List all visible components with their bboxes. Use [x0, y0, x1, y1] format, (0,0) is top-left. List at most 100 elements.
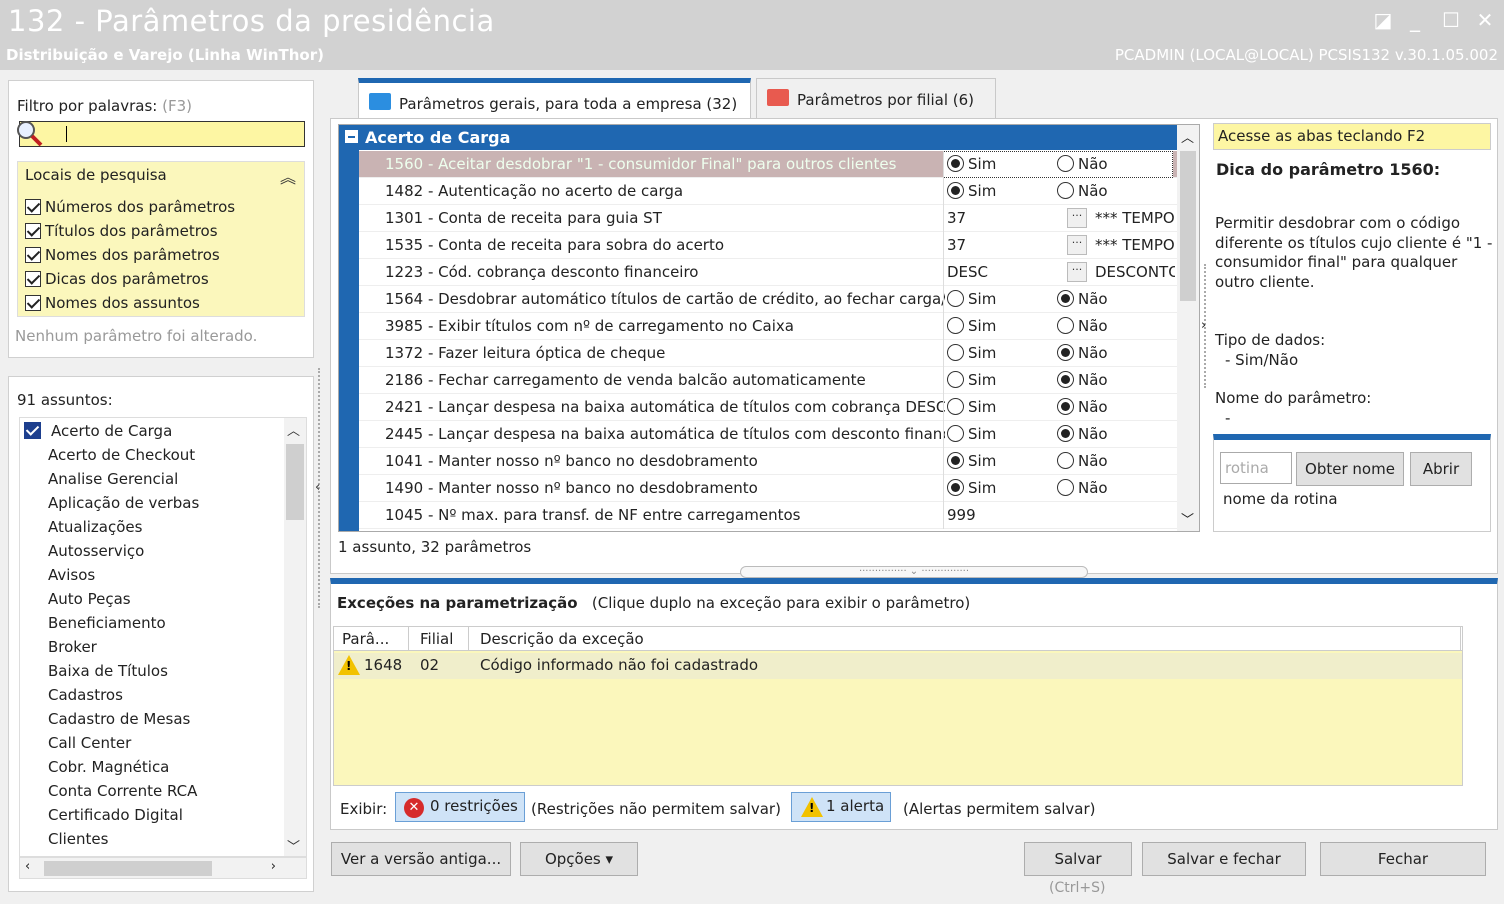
table-row[interactable]: 1045 - Nº max. para transf. de NF entre … — [359, 502, 1177, 529]
save-close-button[interactable]: Salvar e fechar — [1142, 842, 1306, 876]
parameter-value[interactable]: 37 — [947, 209, 966, 227]
radio-sim[interactable]: Sim — [947, 425, 996, 443]
subjects-scrollbar[interactable]: ︿ ﹀ — [284, 418, 306, 856]
list-item[interactable]: Acerto de Carga — [24, 422, 172, 440]
col-descricao[interactable]: Descrição da exceção — [480, 630, 644, 648]
table-row[interactable]: 2445 - Lançar despesa na baixa automátic… — [359, 421, 1177, 448]
table-row[interactable]: 1223 - Cód. cobrança desconto financeiro… — [359, 259, 1177, 286]
scroll-left-icon[interactable]: ‹ — [25, 859, 30, 874]
radio-sim[interactable]: Sim — [947, 479, 996, 497]
list-item[interactable]: Certificado Digital — [48, 806, 183, 824]
checkbox-checked[interactable] — [25, 271, 41, 287]
list-item[interactable]: Conta Corrente RCA — [48, 782, 197, 800]
list-item[interactable]: Acerto de Checkout — [48, 446, 195, 464]
radio-sim[interactable]: Sim — [947, 155, 996, 173]
radio-button-icon[interactable] — [1057, 155, 1074, 172]
list-item[interactable]: Avisos — [48, 566, 95, 584]
radio-sim[interactable]: Sim — [947, 344, 996, 362]
tab-parametros-filial[interactable]: Parâmetros por filial (6) — [756, 78, 996, 118]
radio-button-icon[interactable] — [947, 155, 964, 172]
radio-button-icon[interactable] — [1057, 182, 1074, 199]
col-param[interactable]: Parâ... — [342, 630, 389, 648]
list-item[interactable]: Atualizações — [48, 518, 142, 536]
list-item[interactable]: Cadastros — [48, 686, 123, 704]
table-row[interactable]: 1041 - Manter nosso nº banco no desdobra… — [359, 448, 1177, 475]
collapse-right-icon[interactable]: › — [1201, 318, 1206, 333]
rotina-input[interactable]: rotina — [1220, 452, 1292, 484]
maximize-icon[interactable]: ☐ — [1438, 8, 1464, 32]
obter-nome-button[interactable]: Obter nome — [1296, 452, 1404, 486]
table-row[interactable]: 1301 - Conta de receita para guia ST 37 ··… — [359, 205, 1177, 232]
collapse-left-icon[interactable]: ‹ — [315, 480, 320, 495]
filter-input[interactable] — [17, 121, 305, 147]
horizontal-splitter[interactable]: ··············· ⌄ ··············· — [740, 566, 1088, 578]
col-filial[interactable]: Filial — [420, 630, 453, 648]
radio-button-icon[interactable] — [1057, 479, 1074, 496]
radio-button-icon[interactable] — [1057, 290, 1074, 307]
alertas-toggle[interactable]: ! 1 alerta — [791, 792, 892, 822]
hscroll-thumb[interactable] — [44, 861, 212, 876]
scroll-thumb[interactable] — [286, 444, 304, 520]
radio-nao[interactable]: Não — [1057, 155, 1108, 173]
table-row[interactable]: 1560 - Aceitar desdobrar "1 - consumidor… — [359, 151, 1177, 178]
minimize-icon[interactable]: _ — [1402, 8, 1428, 32]
option-dicas[interactable]: Dicas dos parâmetros — [25, 270, 209, 288]
radio-sim[interactable]: Sim — [947, 452, 996, 470]
radio-button-icon[interactable] — [947, 371, 964, 388]
close-icon[interactable]: ✕ — [1472, 8, 1498, 32]
table-row[interactable]: 1564 - Desdobrar automático títulos de c… — [359, 286, 1177, 313]
table-row[interactable]: 1372 - Fazer leitura óptica de cheque Sim… — [359, 340, 1177, 367]
checkbox-checked[interactable] — [25, 199, 41, 215]
versao-antiga-button[interactable]: Ver a versão antiga... — [331, 842, 511, 876]
radio-nao[interactable]: Não — [1057, 425, 1108, 443]
parameter-value[interactable]: 37 — [947, 236, 966, 254]
radio-button-icon[interactable] — [947, 398, 964, 415]
radio-nao[interactable]: Não — [1057, 371, 1108, 389]
table-row[interactable]: 2186 - Fechar carregamento de venda balc… — [359, 367, 1177, 394]
radio-button-icon[interactable] — [947, 452, 964, 469]
list-item[interactable]: Baixa de Títulos — [48, 662, 168, 680]
radio-button-icon[interactable] — [947, 182, 964, 199]
radio-button-icon[interactable] — [1057, 317, 1074, 334]
subjects-list[interactable]: Acerto de Carga Acerto de Checkout Anali… — [19, 417, 307, 857]
lookup-button[interactable]: ··· — [1067, 262, 1087, 282]
list-item[interactable]: Clientes — [48, 830, 108, 848]
list-item[interactable]: Cobr. Magnética — [48, 758, 169, 776]
radio-nao[interactable]: Não — [1057, 344, 1108, 362]
collapse-icon[interactable]: ︽ — [280, 164, 296, 188]
table-row[interactable]: 2421 - Lançar despesa na baixa automátic… — [359, 394, 1177, 421]
abrir-button[interactable]: Abrir — [1410, 452, 1472, 486]
option-titulos[interactable]: Títulos dos parâmetros — [25, 222, 218, 240]
grid-scrollbar[interactable]: ︿ ﹀ — [1177, 125, 1199, 531]
scroll-right-icon[interactable]: › — [271, 859, 276, 874]
radio-nao[interactable]: Não — [1057, 317, 1108, 335]
lookup-button[interactable]: ··· — [1067, 235, 1087, 255]
grid-section-header[interactable]: Acerto de Carga — [339, 125, 1177, 150]
radio-nao[interactable]: Não — [1057, 290, 1108, 308]
radio-button-icon[interactable] — [1057, 452, 1074, 469]
tab-parametros-gerais[interactable]: Parâmetros gerais, para toda a empresa (… — [358, 78, 751, 120]
table-row[interactable]: 1490 - Manter nosso nº banco no desdobra… — [359, 475, 1177, 502]
scroll-down-icon[interactable]: ﹀ — [287, 836, 300, 855]
close-button[interactable]: Fechar — [1320, 842, 1486, 876]
table-row[interactable]: 3985 - Exibir títulos com nº de carregam… — [359, 313, 1177, 340]
radio-sim[interactable]: Sim — [947, 317, 996, 335]
restore-icon[interactable]: ◪ — [1370, 8, 1396, 32]
list-item[interactable]: Broker — [48, 638, 97, 656]
scroll-up-icon[interactable]: ︿ — [1181, 127, 1194, 146]
radio-nao[interactable]: Não — [1057, 452, 1108, 470]
scroll-down-icon[interactable]: ﹀ — [1181, 509, 1194, 528]
radio-button-icon[interactable] — [947, 425, 964, 442]
radio-sim[interactable]: Sim — [947, 371, 996, 389]
restricoes-toggle[interactable]: ✕ 0 restrições — [395, 792, 525, 822]
radio-nao[interactable]: Não — [1057, 182, 1108, 200]
table-row[interactable]: ! 1648 02 Código informado não foi cadas… — [334, 653, 1462, 679]
table-row[interactable]: 1535 - Conta de receita para sobra do ac… — [359, 232, 1177, 259]
radio-button-icon[interactable] — [1057, 371, 1074, 388]
radio-button-icon[interactable] — [947, 479, 964, 496]
option-assuntos[interactable]: Nomes dos assuntos — [25, 294, 200, 312]
radio-button-icon[interactable] — [1057, 398, 1074, 415]
list-item[interactable]: Call Center — [48, 734, 131, 752]
scroll-up-icon[interactable]: ︿ — [287, 420, 300, 439]
radio-nao[interactable]: Não — [1057, 479, 1108, 497]
